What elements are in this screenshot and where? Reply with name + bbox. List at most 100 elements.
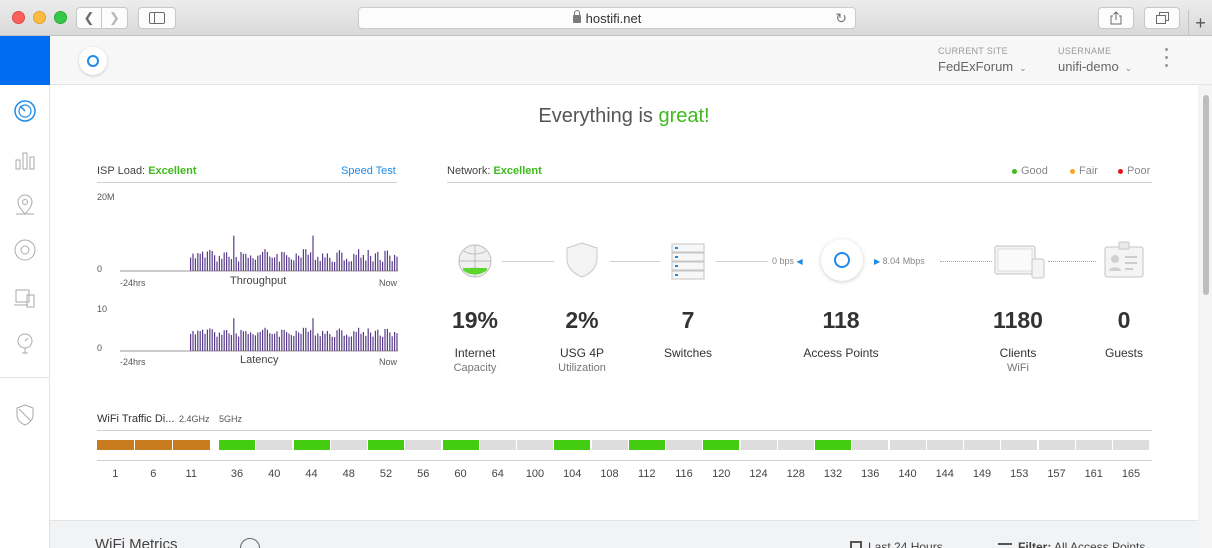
channel-bar-64[interactable] <box>479 440 516 450</box>
chart-bar <box>312 318 314 351</box>
zoom-window-button[interactable] <box>54 11 67 24</box>
chart-bar <box>358 327 360 351</box>
share-button[interactable] <box>1098 7 1134 29</box>
chart-bar <box>199 331 201 351</box>
chart-bar <box>240 252 242 271</box>
filter-selector[interactable]: Filter: All Access Points <box>998 540 1145 548</box>
channel-bar-112[interactable] <box>628 440 665 450</box>
sidebar-toggle-button[interactable] <box>138 7 176 29</box>
channel-bar-104[interactable] <box>554 440 591 450</box>
throughput-x-start: -24hrs <box>120 278 146 288</box>
channel-bar-140[interactable] <box>889 440 926 450</box>
channel-bar-108[interactable] <box>591 440 628 450</box>
forward-button[interactable]: ❯ <box>102 7 128 29</box>
scroll-thumb[interactable] <box>1203 95 1209 295</box>
info-icon[interactable] <box>240 538 260 548</box>
legend-fair: Fair <box>1070 165 1098 177</box>
time-range-selector[interactable]: Last 24 Hours <box>850 540 943 548</box>
channel-bar-149[interactable] <box>964 440 1000 450</box>
channel-bar-161[interactable] <box>1075 440 1112 450</box>
channel-number: 1 <box>112 468 119 480</box>
guest-badge-icon[interactable] <box>1103 241 1145 279</box>
map-icon[interactable] <box>13 193 37 217</box>
channel-number: 116 <box>675 468 693 480</box>
channel-bar-128[interactable] <box>777 440 814 450</box>
client-devices-icon[interactable] <box>994 245 1046 279</box>
back-button[interactable]: ❮ <box>76 7 102 29</box>
chart-bar <box>218 255 220 271</box>
address-bar[interactable]: hostifi.net ↻ <box>358 7 856 29</box>
chart-bar <box>209 328 211 351</box>
chart-bar <box>254 335 256 351</box>
channel-bar-48[interactable] <box>330 440 367 450</box>
dashboard-icon[interactable] <box>13 99 37 123</box>
chart-bar <box>300 333 302 351</box>
chart-bar <box>394 254 396 271</box>
chart-bar <box>307 254 309 271</box>
more-menu-button[interactable] <box>1165 48 1168 67</box>
health-headline: Everything is great! <box>50 105 1198 128</box>
chart-bar <box>290 335 292 351</box>
channel-bar-44[interactable] <box>293 440 330 450</box>
show-tabs-button[interactable] <box>1144 7 1180 29</box>
chart-bar <box>245 331 247 351</box>
latency-y-max: 10 <box>97 304 108 314</box>
channel-bar-6[interactable] <box>135 440 172 450</box>
channel-bar-153[interactable] <box>1001 440 1038 450</box>
statistics-icon[interactable] <box>13 147 37 171</box>
speed-test-link[interactable]: Speed Test <box>341 165 396 177</box>
chart-bar <box>326 330 328 351</box>
chart-bar <box>204 333 206 351</box>
channel-bar-100[interactable] <box>517 440 553 450</box>
minimize-window-button[interactable] <box>33 11 46 24</box>
chart-bar <box>250 332 252 351</box>
shield-icon[interactable] <box>13 403 37 427</box>
chart-bar <box>317 333 319 351</box>
clients-icon[interactable] <box>13 286 37 310</box>
chart-bar <box>336 330 338 351</box>
chart-bar <box>194 334 196 351</box>
channel-bar-11[interactable] <box>173 440 210 450</box>
chart-bar <box>374 330 376 351</box>
new-tab-button[interactable]: + <box>1188 10 1212 36</box>
channel-bar-144[interactable] <box>926 440 963 450</box>
reload-icon[interactable]: ↻ <box>835 10 847 27</box>
channel-bar-136[interactable] <box>852 440 889 450</box>
channel-bar-36[interactable] <box>219 440 255 450</box>
current-site-selector[interactable]: CURRENT SITE FedExForum ⌄ <box>938 46 1027 74</box>
latency-chart <box>120 318 398 352</box>
close-window-button[interactable] <box>12 11 25 24</box>
channel-bar-124[interactable] <box>740 440 777 450</box>
channel-bar-1[interactable] <box>97 440 134 450</box>
stat-clients: 1180 Clients WiFi <box>993 307 1043 374</box>
access-point-icon[interactable] <box>821 239 863 281</box>
gateway-shield-icon[interactable] <box>565 241 599 279</box>
username-selector[interactable]: USERNAME unifi-demo ⌄ <box>1058 46 1132 74</box>
chart-bar <box>302 249 304 271</box>
channel-number: 56 <box>417 468 430 480</box>
chart-bar <box>223 252 225 271</box>
chart-bar <box>377 251 379 271</box>
channel-number: 52 <box>379 468 393 480</box>
devices-icon[interactable] <box>13 238 37 262</box>
channel-bar-60[interactable] <box>442 440 479 450</box>
channel-bar-40[interactable] <box>256 440 293 450</box>
chart-bar <box>389 332 391 351</box>
insights-icon[interactable] <box>13 331 37 355</box>
internet-globe-icon[interactable] <box>457 243 493 279</box>
wifi-divider <box>97 430 1152 431</box>
latency-y-min: 0 <box>97 343 103 353</box>
chart-bar <box>202 251 204 271</box>
channel-bar-165[interactable] <box>1113 440 1149 450</box>
channel-bar-132[interactable] <box>815 440 851 450</box>
unifi-logo[interactable] <box>79 47 107 75</box>
channel-bar-56[interactable] <box>405 440 442 450</box>
channel-bar-52[interactable] <box>368 440 404 450</box>
channel-number: 149 <box>972 468 992 480</box>
channel-bar-116[interactable] <box>666 440 702 450</box>
channel-strip <box>97 440 1152 454</box>
switch-stack-icon[interactable] <box>670 242 706 280</box>
channel-bar-120[interactable] <box>703 440 740 450</box>
page-scrollbar[interactable] <box>1200 85 1212 548</box>
channel-bar-157[interactable] <box>1038 440 1075 450</box>
